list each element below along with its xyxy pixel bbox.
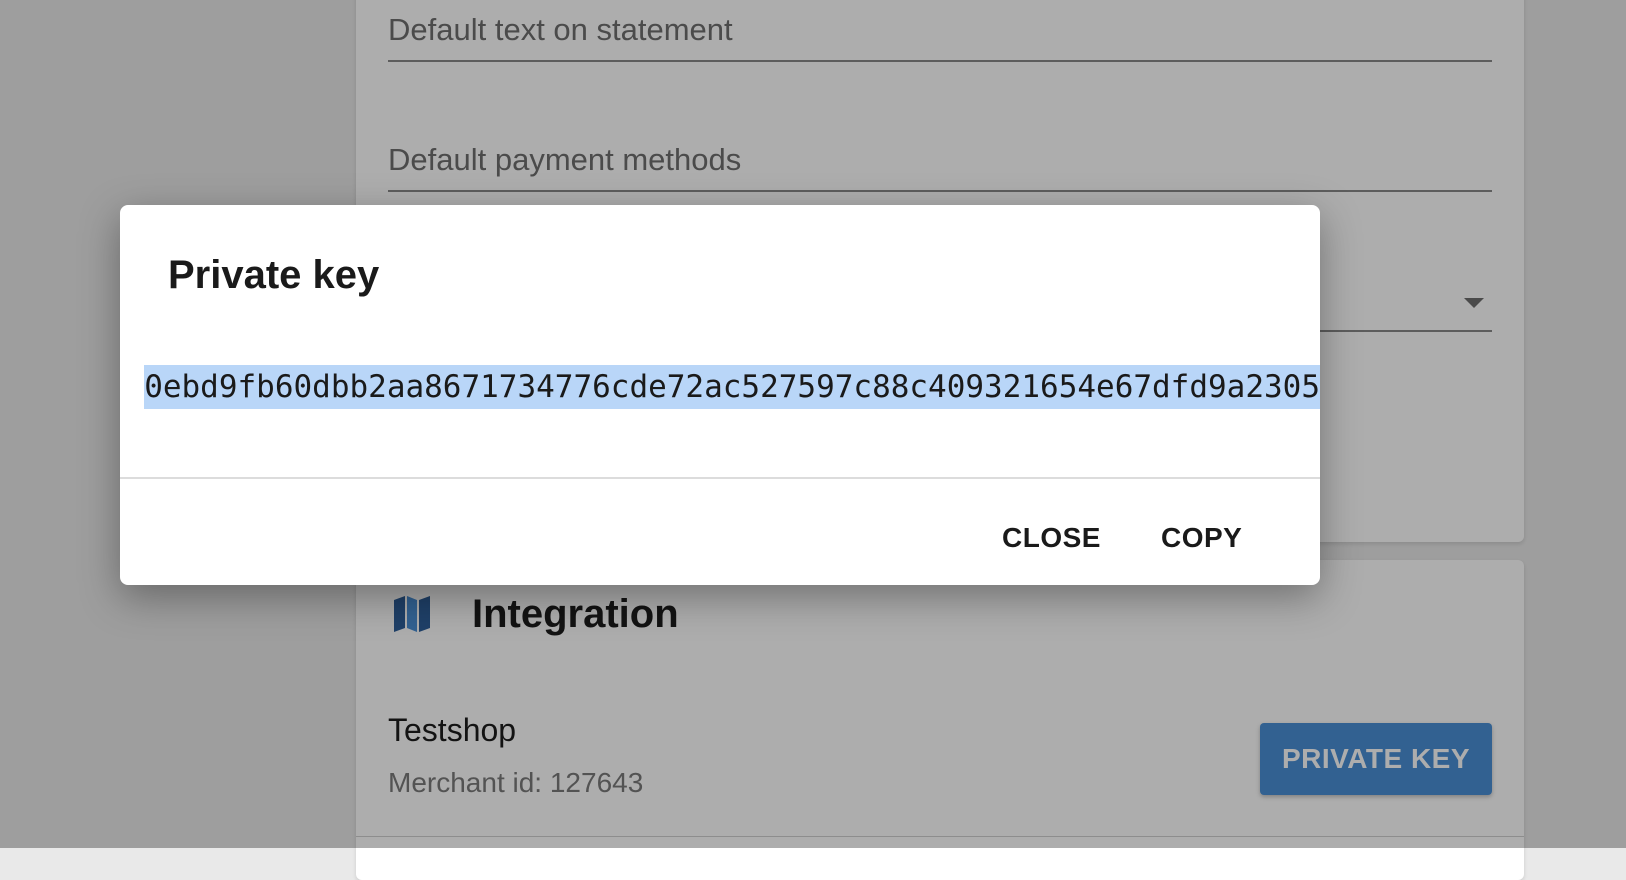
dialog-title: Private key [168,253,380,297]
private-key-row[interactable]: 0ebd9fb60dbb2aa8671734776cde72ac527597c8… [120,365,1320,409]
close-button[interactable]: CLOSE [994,513,1109,563]
copy-button[interactable]: COPY [1153,513,1250,563]
private-key-dialog: Private key 0ebd9fb60dbb2aa8671734776cde… [120,205,1320,585]
dialog-divider [120,477,1320,479]
private-key-text[interactable]: 0ebd9fb60dbb2aa8671734776cde72ac527597c8… [144,365,1320,409]
